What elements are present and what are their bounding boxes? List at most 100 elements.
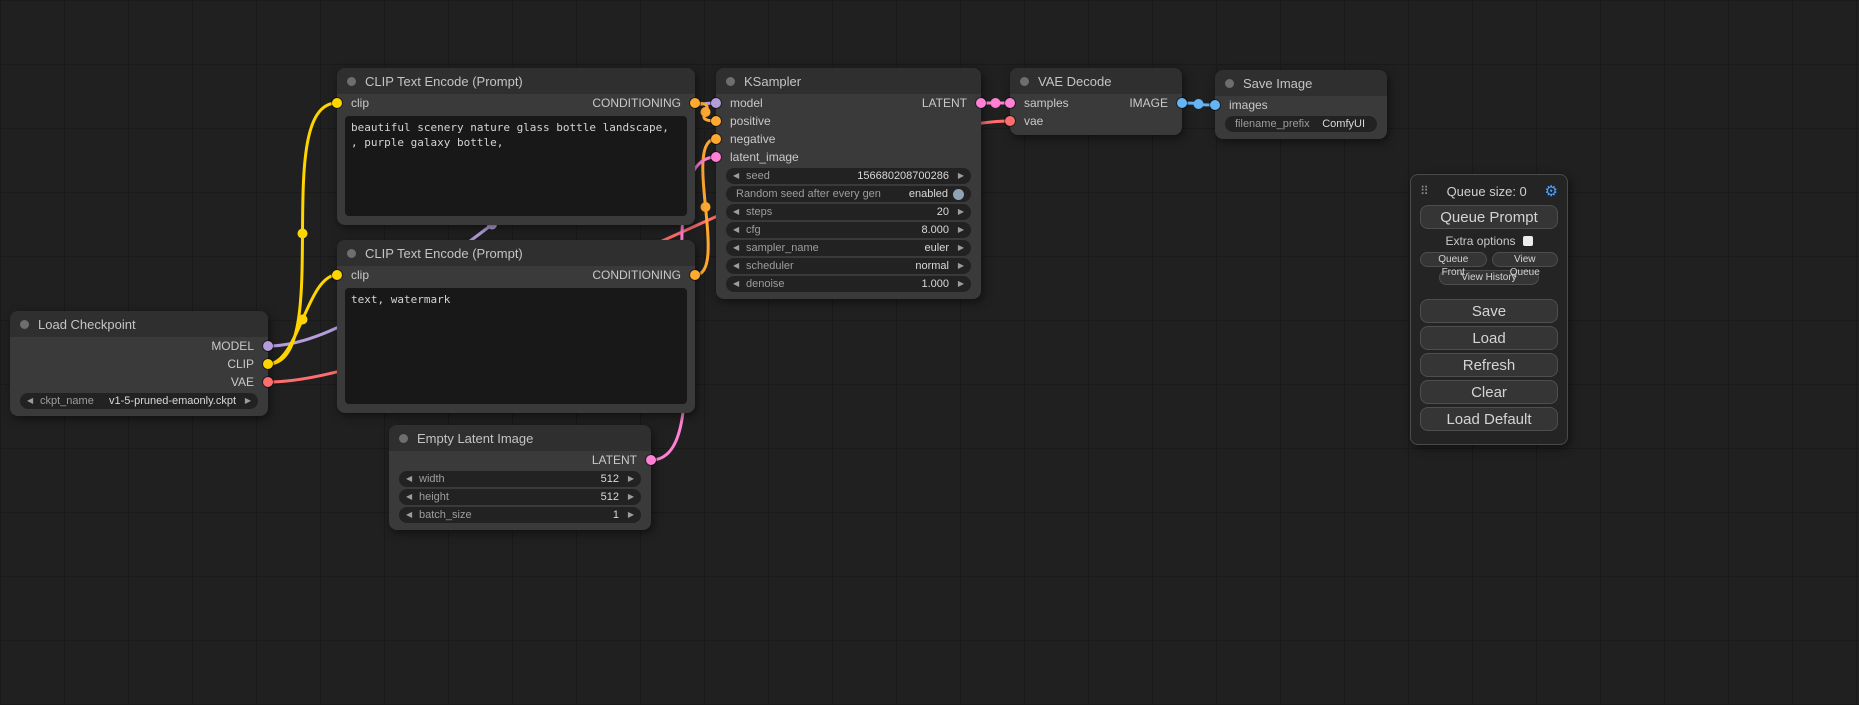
queue-size-label: Queue size: 0 — [1447, 184, 1527, 199]
widget-value: euler — [925, 242, 949, 254]
width-widget[interactable]: ◀ width 512 ▶ — [399, 471, 641, 487]
node-empty-latent-image[interactable]: Empty Latent Image LATENT ◀ width 512 ▶ … — [389, 425, 651, 530]
node-title-bar[interactable]: Load Checkpoint — [10, 311, 268, 337]
denoise-widget[interactable]: ◀ denoise 1.000 ▶ — [726, 276, 971, 292]
queue-prompt-button[interactable]: Queue Prompt — [1420, 205, 1558, 229]
input-dot-vae[interactable] — [1005, 116, 1015, 126]
node-title-bar[interactable]: CLIP Text Encode (Prompt) — [337, 240, 695, 266]
load-button[interactable]: Load — [1420, 326, 1558, 350]
widget-name: batch_size — [419, 509, 472, 521]
positive-prompt-textarea[interactable]: beautiful scenery nature glass bottle la… — [345, 116, 687, 216]
steps-widget[interactable]: ◀ steps 20 ▶ — [726, 204, 971, 220]
decrement-arrow-icon[interactable]: ◀ — [733, 168, 743, 184]
decrement-arrow-icon[interactable]: ◀ — [27, 393, 37, 409]
node-title: CLIP Text Encode (Prompt) — [365, 246, 523, 261]
widget-value: 20 — [937, 206, 949, 218]
random-seed-toggle-widget[interactable]: Random seed after every gen enabled — [726, 186, 971, 202]
node-ksampler[interactable]: KSampler model LATENT positive negative … — [716, 68, 981, 299]
node-save-image[interactable]: Save Image images filename_prefix ComfyU… — [1215, 70, 1387, 139]
output-dot-model[interactable] — [263, 341, 273, 351]
input-slot-positive: positive — [716, 112, 981, 130]
input-dot-model[interactable] — [711, 98, 721, 108]
node-title-bar[interactable]: VAE Decode — [1010, 68, 1182, 94]
input-dot-clip[interactable] — [332, 270, 342, 280]
input-dot-latent-image[interactable] — [711, 152, 721, 162]
seed-widget[interactable]: ◀ seed 156680208700286 ▶ — [726, 168, 971, 184]
node-title-bar[interactable]: Empty Latent Image — [389, 425, 651, 451]
negative-prompt-textarea[interactable]: text, watermark — [345, 288, 687, 404]
toggle-knob[interactable] — [953, 189, 964, 200]
settings-gear-icon[interactable]: ⚙ — [1545, 182, 1558, 200]
increment-arrow-icon[interactable]: ▶ — [954, 222, 964, 238]
cfg-widget[interactable]: ◀ cfg 8.000 ▶ — [726, 222, 971, 238]
widget-value: 512 — [601, 491, 619, 503]
input-dot-negative[interactable] — [711, 134, 721, 144]
output-slot-clip: CLIP — [10, 355, 268, 373]
increment-arrow-icon[interactable]: ▶ — [241, 393, 251, 409]
input-dot-positive[interactable] — [711, 116, 721, 126]
collapse-dot-icon[interactable] — [399, 434, 408, 443]
refresh-button[interactable]: Refresh — [1420, 353, 1558, 377]
increment-arrow-icon[interactable]: ▶ — [624, 507, 634, 523]
input-dot-samples[interactable] — [1005, 98, 1015, 108]
ckpt-name-widget[interactable]: ◀ ckpt_name v1-5-pruned-emaonly.ckpt ▶ — [20, 393, 258, 409]
decrement-arrow-icon[interactable]: ◀ — [406, 507, 416, 523]
increment-arrow-icon[interactable]: ▶ — [624, 489, 634, 505]
increment-arrow-icon[interactable]: ▶ — [954, 258, 964, 274]
node-title-bar[interactable]: Save Image — [1215, 70, 1387, 96]
output-label: CONDITIONING — [592, 96, 681, 110]
node-title-bar[interactable]: CLIP Text Encode (Prompt) — [337, 68, 695, 94]
decrement-arrow-icon[interactable]: ◀ — [733, 240, 743, 256]
drag-handle-icon[interactable]: ⠿ — [1420, 184, 1429, 198]
collapse-dot-icon[interactable] — [726, 77, 735, 86]
decrement-arrow-icon[interactable]: ◀ — [733, 276, 743, 292]
input-dot-images[interactable] — [1210, 100, 1220, 110]
scheduler-widget[interactable]: ◀ scheduler normal ▶ — [726, 258, 971, 274]
widget-name: cfg — [746, 224, 761, 236]
output-dot-latent[interactable] — [646, 455, 656, 465]
decrement-arrow-icon[interactable]: ◀ — [733, 204, 743, 220]
collapse-dot-icon[interactable] — [1225, 79, 1234, 88]
collapse-dot-icon[interactable] — [1020, 77, 1029, 86]
node-title-bar[interactable]: KSampler — [716, 68, 981, 94]
batch-size-widget[interactable]: ◀ batch_size 1 ▶ — [399, 507, 641, 523]
load-default-button[interactable]: Load Default — [1420, 407, 1558, 431]
output-dot-image[interactable] — [1177, 98, 1187, 108]
output-dot-conditioning[interactable] — [690, 98, 700, 108]
increment-arrow-icon[interactable]: ▶ — [954, 168, 964, 184]
view-queue-button[interactable]: View Queue — [1492, 252, 1559, 267]
decrement-arrow-icon[interactable]: ◀ — [733, 258, 743, 274]
filename-prefix-widget[interactable]: filename_prefix ComfyUI — [1225, 116, 1377, 132]
node-vae-decode[interactable]: VAE Decode samples IMAGE vae — [1010, 68, 1182, 135]
slot-row: model LATENT — [716, 94, 981, 112]
collapse-dot-icon[interactable] — [347, 249, 356, 258]
output-dot-vae[interactable] — [263, 377, 273, 387]
save-button[interactable]: Save — [1420, 299, 1558, 323]
output-slot-latent: LATENT — [389, 451, 651, 469]
increment-arrow-icon[interactable]: ▶ — [954, 276, 964, 292]
input-label: samples — [1024, 96, 1069, 110]
decrement-arrow-icon[interactable]: ◀ — [406, 489, 416, 505]
decrement-arrow-icon[interactable]: ◀ — [733, 222, 743, 238]
node-load-checkpoint[interactable]: Load Checkpoint MODEL CLIP VAE ◀ ckpt_na… — [10, 311, 268, 416]
increment-arrow-icon[interactable]: ▶ — [954, 204, 964, 220]
extra-options-row: Extra options — [1420, 234, 1558, 248]
node-clip-text-encode-positive[interactable]: CLIP Text Encode (Prompt) clip CONDITION… — [337, 68, 695, 225]
decrement-arrow-icon[interactable]: ◀ — [406, 471, 416, 487]
slot-row: clip CONDITIONING — [337, 266, 695, 284]
clear-button[interactable]: Clear — [1420, 380, 1558, 404]
queue-front-button[interactable]: Queue Front — [1420, 252, 1487, 267]
output-dot-conditioning[interactable] — [690, 270, 700, 280]
increment-arrow-icon[interactable]: ▶ — [624, 471, 634, 487]
node-title: VAE Decode — [1038, 74, 1111, 89]
height-widget[interactable]: ◀ height 512 ▶ — [399, 489, 641, 505]
increment-arrow-icon[interactable]: ▶ — [954, 240, 964, 256]
output-dot-latent[interactable] — [976, 98, 986, 108]
output-dot-clip[interactable] — [263, 359, 273, 369]
input-dot-clip[interactable] — [332, 98, 342, 108]
collapse-dot-icon[interactable] — [20, 320, 29, 329]
collapse-dot-icon[interactable] — [347, 77, 356, 86]
sampler-name-widget[interactable]: ◀ sampler_name euler ▶ — [726, 240, 971, 256]
extra-options-checkbox[interactable] — [1523, 236, 1533, 246]
node-clip-text-encode-negative[interactable]: CLIP Text Encode (Prompt) clip CONDITION… — [337, 240, 695, 413]
